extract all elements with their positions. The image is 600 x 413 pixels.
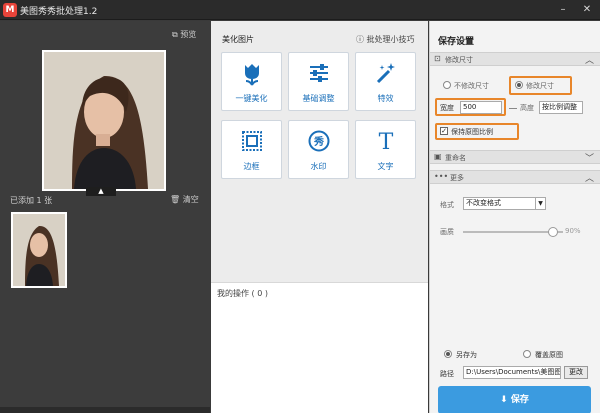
more-icon: •••: [434, 172, 449, 181]
panel-title: 美化图片: [222, 35, 254, 44]
path-input[interactable]: D:\Users\Documents\美图图: [463, 366, 561, 379]
my-operations-label: 我的操作 ( 0 ): [217, 289, 268, 298]
title-bar: M 美图秀秀批处理1.2 – ✕: [0, 0, 600, 20]
added-count-label: 已添加 1 张: [10, 196, 53, 205]
format-value: 不改变格式: [466, 199, 501, 207]
tool-label: 基础调整: [302, 94, 335, 103]
save-settings-panel: 保存设置 ⊡ 修改尺寸 ︿ 不修改尺寸 修改尺寸 宽度 500 高度 按比例调整…: [429, 21, 600, 413]
tool-text[interactable]: T 文字: [355, 120, 416, 179]
modify-size-label: 修改尺寸: [526, 82, 554, 90]
chevron-down-icon: ﹀: [585, 154, 595, 164]
keep-ratio-label: 保持原图比例: [451, 128, 493, 136]
magic-wand-icon: [356, 62, 415, 86]
width-input[interactable]: 500: [460, 101, 502, 114]
my-operations-panel: 我的操作 ( 0 ): [211, 282, 428, 413]
modify-size-radio[interactable]: [515, 81, 523, 89]
format-label: 格式: [440, 201, 454, 209]
app-logo-icon: M: [3, 3, 17, 17]
close-icon[interactable]: ✕: [580, 3, 594, 17]
minimize-icon[interactable]: –: [556, 3, 570, 17]
resize-section-label: 修改尺寸: [445, 56, 473, 64]
link-dash: [509, 108, 517, 109]
watermark-stamp-icon: 秀: [289, 130, 348, 154]
tool-watermark[interactable]: 秀 水印: [288, 120, 349, 179]
tool-label: 一键美化: [235, 94, 268, 103]
tulip-icon: [222, 62, 281, 88]
resize-section-header[interactable]: ⊡ 修改尺寸 ︿: [430, 52, 600, 66]
save-icon: ⬇: [500, 395, 511, 405]
save-label: 保存: [510, 395, 529, 405]
quality-label: 画质: [440, 228, 454, 236]
tips-link[interactable]: ⓘ 批处理小技巧: [356, 34, 415, 45]
tool-one-click-beautify[interactable]: 一键美化: [221, 52, 282, 111]
tool-basic-adjust[interactable]: 基础调整: [288, 52, 349, 111]
frame-icon: [222, 130, 281, 154]
overwrite-label: 覆盖原图: [535, 351, 563, 359]
save-as-label: 另存为: [456, 351, 477, 359]
height-label: 高度: [520, 104, 534, 112]
trash-icon: 🗑: [170, 195, 183, 204]
tool-effects[interactable]: 特效: [355, 52, 416, 111]
more-section-label: 更多: [450, 174, 464, 182]
sliders-icon: [289, 62, 348, 86]
keep-ratio-checkbox[interactable]: ✓: [440, 127, 448, 135]
keep-size-radio[interactable]: [443, 81, 451, 89]
rename-icon: ▣: [434, 152, 442, 161]
keep-size-label: 不修改尺寸: [454, 82, 489, 90]
beautify-panel: 美化图片 ⓘ 批处理小技巧 一键美化 基础调整 特效 边框 秀 水印 T 文字 …: [211, 21, 428, 413]
clear-label: 清空: [182, 195, 199, 204]
save-as-radio[interactable]: [444, 350, 452, 358]
rename-section-label: 重命名: [445, 154, 466, 162]
tool-label: 文字: [377, 162, 394, 171]
save-settings-title: 保存设置: [438, 37, 475, 47]
resize-icon: ⊡: [434, 54, 441, 63]
quality-value: 90%: [565, 227, 581, 235]
tool-frame[interactable]: 边框: [221, 120, 282, 179]
clear-button[interactable]: 🗑 清空: [170, 194, 199, 205]
tool-label: 边框: [243, 162, 260, 171]
text-T-icon: T: [356, 130, 415, 155]
image-thumbnail[interactable]: [11, 212, 67, 288]
portrait-photo: [44, 52, 164, 189]
more-section-header[interactable]: ••• 更多 ︿: [430, 170, 600, 184]
question-icon: ⓘ: [356, 35, 367, 44]
format-select[interactable]: 不改变格式 ▼: [463, 197, 546, 210]
width-label: 宽度: [440, 104, 454, 112]
preview-label: 预览: [180, 30, 197, 39]
tips-label: 批处理小技巧: [366, 35, 415, 44]
collapse-preview-button[interactable]: ▲: [86, 187, 116, 196]
rename-section-header[interactable]: ▣ 重命名 ﹀: [430, 150, 600, 164]
preview-button[interactable]: ⧉ 预览: [172, 29, 196, 40]
save-button[interactable]: ⬇ 保存: [438, 386, 591, 413]
chevron-up-icon: ︿: [585, 174, 595, 184]
left-bottom-bar: [0, 407, 210, 413]
chevron-up-icon: ︿: [585, 56, 595, 66]
tool-label: 特效: [377, 94, 394, 103]
image-list-panel: ⧉ 预览 ▲ 已添加 1 张 🗑 清空: [0, 21, 210, 413]
quality-slider-handle[interactable]: [548, 227, 558, 237]
watermark-glyph: 秀: [313, 135, 324, 148]
change-path-button[interactable]: 更改: [564, 366, 588, 379]
path-label: 路径: [440, 370, 454, 378]
dropdown-arrow-icon: ▼: [535, 198, 545, 209]
overwrite-radio[interactable]: [523, 350, 531, 358]
text-glyph: T: [378, 130, 393, 152]
tool-label: 水印: [310, 162, 327, 171]
height-input[interactable]: 按比例调整: [539, 101, 583, 114]
preview-image: [42, 50, 166, 191]
thumbnail-photo: [13, 214, 65, 286]
window-title: 美图秀秀批处理1.2: [20, 7, 98, 17]
